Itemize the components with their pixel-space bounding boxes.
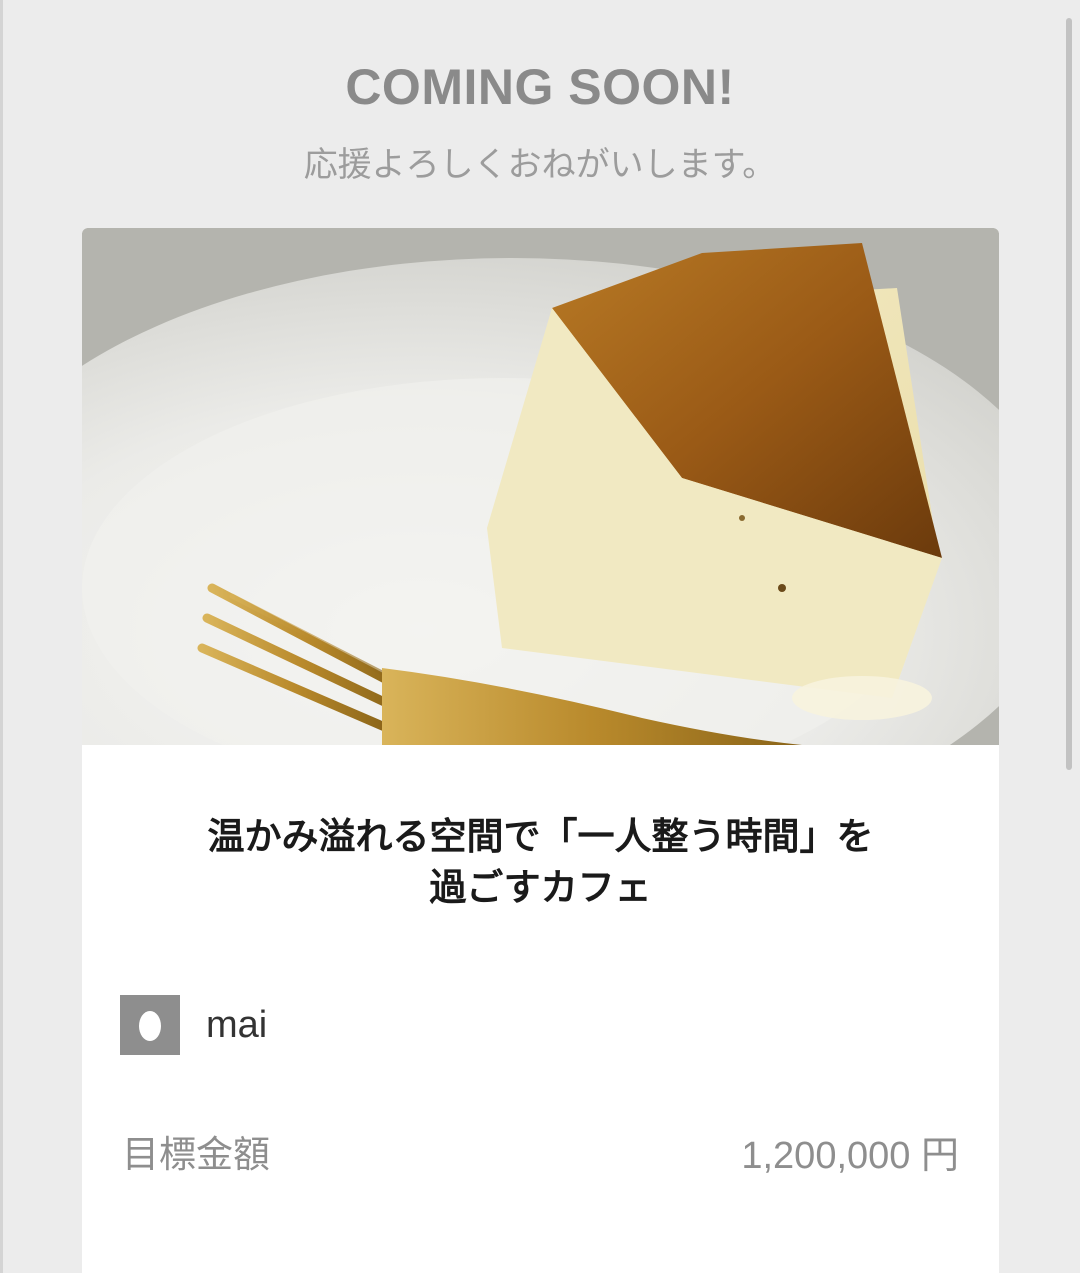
goal-label: 目標金額 (122, 1133, 270, 1176)
header: COMING SOON! 応援よろしくおねがいします。 (0, 0, 1080, 228)
user-avatar-icon[interactable] (120, 995, 180, 1055)
project-card[interactable]: 温かみ溢れる空間で「一人整う時間」を 過ごすカフェ mai 目標金額 1,200… (82, 228, 999, 1273)
avatar-silhouette-icon (120, 995, 180, 1055)
project-image[interactable] (82, 228, 999, 745)
goal-amount: 1,200,000 (741, 1134, 911, 1177)
owner-name[interactable]: mai (206, 1004, 267, 1047)
cheesecake-photo (82, 228, 999, 745)
vertical-scrollbar[interactable] (1064, 0, 1076, 1273)
goal-unit: 円 (920, 1132, 959, 1177)
project-title[interactable]: 温かみ溢れる空間で「一人整う時間」を 過ごすカフェ (102, 811, 979, 913)
support-message: 応援よろしくおねがいします。 (303, 145, 777, 185)
project-title-line-1[interactable]: 温かみ溢れる空間で「一人整う時間」を (102, 811, 979, 862)
coming-soon-heading: COMING SOON! (345, 59, 735, 115)
goal-amount-row: 目標金額 1,200,000 円 (122, 1124, 959, 1179)
scrollbar-thumb[interactable] (1066, 18, 1072, 770)
page: COMING SOON! 応援よろしくおねがいします。 温かみ溢れる空間で「一人… (0, 0, 1080, 1273)
goal-value: 1,200,000 円 (741, 1124, 959, 1179)
project-title-line-2[interactable]: 過ごすカフェ (102, 862, 979, 913)
project-owner[interactable]: mai (120, 994, 267, 1056)
